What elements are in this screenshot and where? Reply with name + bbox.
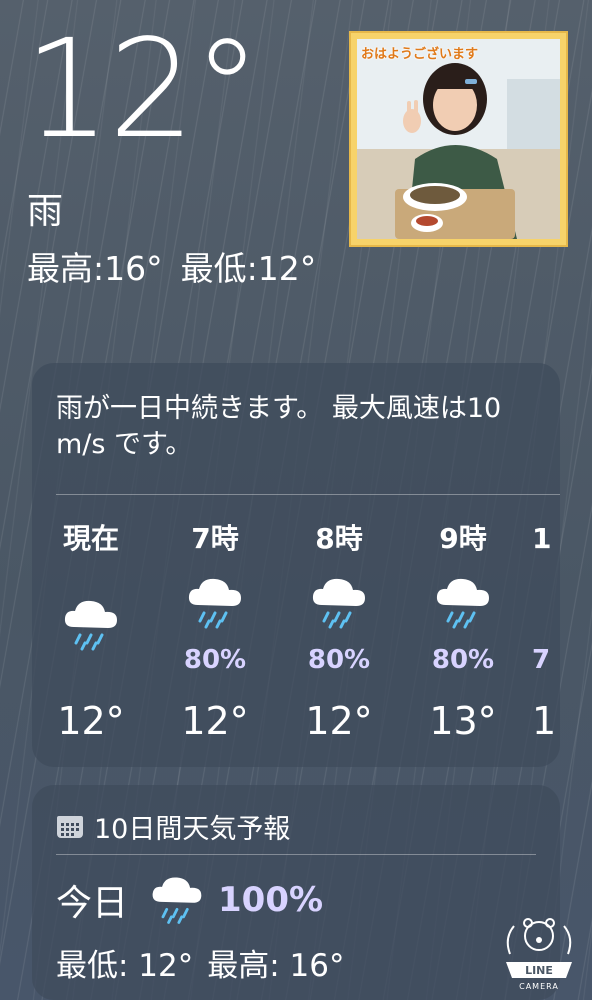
- hour-precip: 7: [532, 645, 551, 675]
- day-label: 今日: [56, 883, 129, 924]
- photo-image: おはようございます: [357, 39, 560, 239]
- hour-precip: 80%: [183, 645, 247, 675]
- day-range: 最低: 12° 最高: 16°: [56, 940, 359, 985]
- hour-precip: 80%: [307, 645, 371, 675]
- hour-label: 7時: [191, 522, 239, 555]
- day-high: 最高: 16°: [207, 948, 345, 984]
- hour-label: 9時: [439, 522, 487, 555]
- hour-column-9: 9時 80% 13°: [408, 522, 518, 744]
- today-low: 最低:12°: [180, 249, 317, 288]
- hour-temp: 13°: [429, 699, 497, 743]
- hour-temp: 12°: [181, 699, 249, 743]
- weather-summary: 雨が一日中続きます。 最大風速は10 m/s です。: [56, 393, 502, 461]
- forecast-row-today[interactable]: 今日 100%: [56, 873, 323, 927]
- rain-cloud-icon: [312, 578, 365, 629]
- today-high: 最高:16°: [27, 249, 163, 288]
- hour-column-10: 1 7 1: [532, 522, 560, 744]
- hour-precip: 80%: [431, 645, 495, 675]
- ten-day-forecast-panel[interactable]: 10日間天気予報 今日 100% 最低: 12° 最高: 16°: [32, 785, 560, 1000]
- ten-day-title: 10日間天気予報: [94, 814, 291, 845]
- hour-temp: 12°: [305, 699, 373, 743]
- rain-cloud-icon: [188, 578, 241, 629]
- hour-column-8: 8時 80% 12°: [284, 522, 394, 744]
- line-camera-logo: LINE CAMERA: [506, 918, 572, 991]
- hour-label: 現在: [62, 522, 119, 555]
- rain-cloud-icon: [64, 600, 117, 651]
- rain-cloud-icon: [436, 578, 489, 629]
- day-precip: 100%: [218, 880, 324, 920]
- hour-temp: 12°: [57, 699, 125, 743]
- hour-column-clip: 1 7 1: [532, 363, 560, 767]
- hour-temp: 1: [532, 699, 557, 743]
- divider: [56, 854, 536, 855]
- calendar-icon: [57, 815, 83, 838]
- photo-caption: おはようございます: [361, 47, 479, 62]
- high-low: 最高:16° 最低:12°: [27, 252, 334, 285]
- divider: [56, 494, 560, 495]
- current-temperature: 12°: [24, 11, 261, 169]
- current-condition: 雨: [27, 191, 64, 232]
- hour-label: 1: [532, 522, 552, 555]
- photo-thumbnail[interactable]: おはようございます: [349, 31, 568, 247]
- watermark-line1: LINE: [525, 964, 553, 977]
- hour-column-7: 7時 80% 12°: [160, 522, 270, 744]
- hour-label: 8時: [315, 522, 363, 555]
- watermark-line2: CAMERA: [519, 982, 559, 991]
- rain-cloud-icon: [152, 877, 202, 924]
- day-low: 最低: 12°: [56, 948, 194, 984]
- hour-column-now: 現在 12°: [36, 522, 146, 744]
- ten-day-header: 10日間天気予報: [56, 807, 290, 846]
- hourly-forecast-panel[interactable]: 雨が一日中続きます。 最大風速は10 m/s です。 現在 12° 7時 80%…: [32, 363, 560, 767]
